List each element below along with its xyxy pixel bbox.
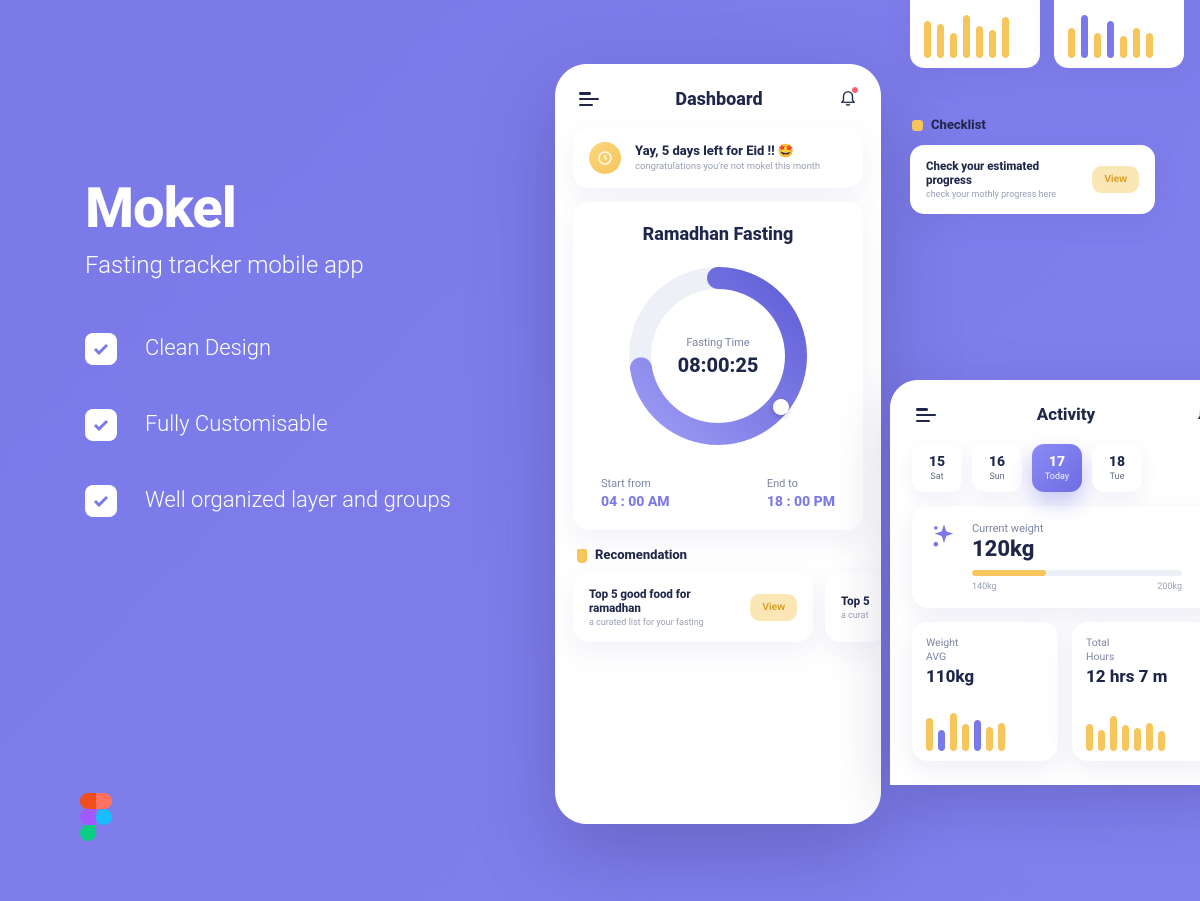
alert-card: Yay, 5 days left for Eid !! 🤩 congratula… bbox=[573, 128, 863, 188]
marketing-panel: Mokel Fasting tracker mobile app Clean D… bbox=[85, 175, 451, 561]
rec-subtitle: a curat bbox=[841, 611, 870, 621]
recommendation-card[interactable]: Top 5 a curat bbox=[825, 573, 881, 642]
end-label: End to bbox=[767, 477, 835, 490]
check-icon bbox=[85, 333, 117, 365]
stat-value: 110kg bbox=[926, 667, 1044, 687]
notification-icon[interactable] bbox=[1196, 404, 1200, 426]
stat-value: 12 hrs 7 m bbox=[1086, 667, 1200, 687]
notification-icon[interactable] bbox=[839, 88, 857, 110]
ring-title: Ramadhan Fasting bbox=[593, 224, 843, 245]
checkbox-icon bbox=[912, 120, 923, 131]
check-icon bbox=[85, 409, 117, 441]
stat-card-weight-avg: Weight AVG 110kg bbox=[912, 622, 1058, 761]
brand-title: Mokel bbox=[85, 175, 451, 241]
mini-chart-1 bbox=[910, 0, 1040, 68]
checklist-card[interactable]: Check your estimated progress check your… bbox=[910, 145, 1155, 214]
start-label: Start from bbox=[601, 477, 670, 490]
page-title: Activity bbox=[1037, 405, 1096, 425]
weight-min: 140kg bbox=[972, 582, 997, 592]
start-value: 04 : 00 AM bbox=[601, 494, 670, 510]
ring-label: Fasting Time bbox=[686, 336, 749, 349]
section-title: Checklist bbox=[931, 118, 986, 133]
section-title: Recomendation bbox=[595, 548, 687, 563]
feature-item: Fully Customisable bbox=[85, 409, 451, 441]
rec-title: Top 5 good food for ramadhan bbox=[589, 587, 740, 615]
checklist-title: Check your estimated progress bbox=[926, 159, 1080, 187]
ribbon-icon bbox=[577, 549, 587, 563]
alert-subtitle: congratulations you're not mokel this mo… bbox=[635, 161, 820, 172]
page-title: Dashboard bbox=[675, 89, 762, 110]
mini-chart-2 bbox=[1054, 0, 1184, 68]
checklist-subtitle: check your mothly progress here bbox=[926, 190, 1080, 200]
clock-icon bbox=[589, 142, 621, 174]
ring-time: 08:00:25 bbox=[678, 353, 759, 377]
stat-card-total-hours: Total Hours 12 hrs 7 m bbox=[1072, 622, 1200, 761]
ring-knob[interactable] bbox=[773, 399, 789, 415]
date-pill[interactable]: 17Today bbox=[1032, 444, 1082, 492]
weight-card: Current weight 120kg 140kg 200kg bbox=[912, 506, 1200, 608]
feature-item: Well organized layer and groups bbox=[85, 485, 451, 517]
feature-label: Clean Design bbox=[145, 336, 271, 361]
view-button[interactable]: View bbox=[1092, 166, 1139, 193]
stat-label: Weight AVG bbox=[926, 636, 1044, 663]
sparkle-icon bbox=[930, 522, 958, 554]
weight-progress bbox=[972, 570, 1182, 576]
recommendation-header: Recomendation bbox=[577, 548, 863, 563]
menu-icon[interactable] bbox=[579, 92, 599, 106]
phone-dashboard: Dashboard Yay, 5 days left for Eid !! 🤩 … bbox=[555, 64, 881, 824]
feature-label: Fully Customisable bbox=[145, 412, 328, 437]
check-icon bbox=[85, 485, 117, 517]
feature-label: Well organized layer and groups bbox=[145, 488, 451, 513]
figma-logo-icon bbox=[80, 793, 112, 845]
weight-max: 200kg bbox=[1157, 582, 1182, 592]
rec-title: Top 5 bbox=[841, 594, 870, 608]
date-pill[interactable]: 15Sat bbox=[912, 444, 962, 492]
view-button[interactable]: View bbox=[750, 594, 797, 621]
feature-item: Clean Design bbox=[85, 333, 451, 365]
activity-panel: Activity 15Sat16Sun17Today18Tue Current … bbox=[890, 380, 1200, 785]
date-pill[interactable]: 18Tue bbox=[1092, 444, 1142, 492]
end-value: 18 : 00 PM bbox=[767, 494, 835, 510]
weight-label: Current weight bbox=[972, 522, 1200, 535]
rec-subtitle: a curated list for your fasting bbox=[589, 618, 740, 628]
alert-title: Yay, 5 days left for Eid !! 🤩 bbox=[635, 144, 820, 159]
date-pill[interactable]: 16Sun bbox=[972, 444, 1022, 492]
brand-subtitle: Fasting tracker mobile app bbox=[85, 249, 425, 283]
fasting-ring-card: Ramadhan Fasting Fasting Time 08:00:25 bbox=[573, 202, 863, 530]
checklist-header: Checklist bbox=[912, 118, 1200, 133]
recommendation-card[interactable]: Top 5 good food for ramadhan a curated l… bbox=[573, 573, 813, 642]
menu-icon[interactable] bbox=[916, 408, 936, 422]
stat-label: Total Hours bbox=[1086, 636, 1200, 663]
weight-value: 120kg bbox=[972, 537, 1200, 562]
